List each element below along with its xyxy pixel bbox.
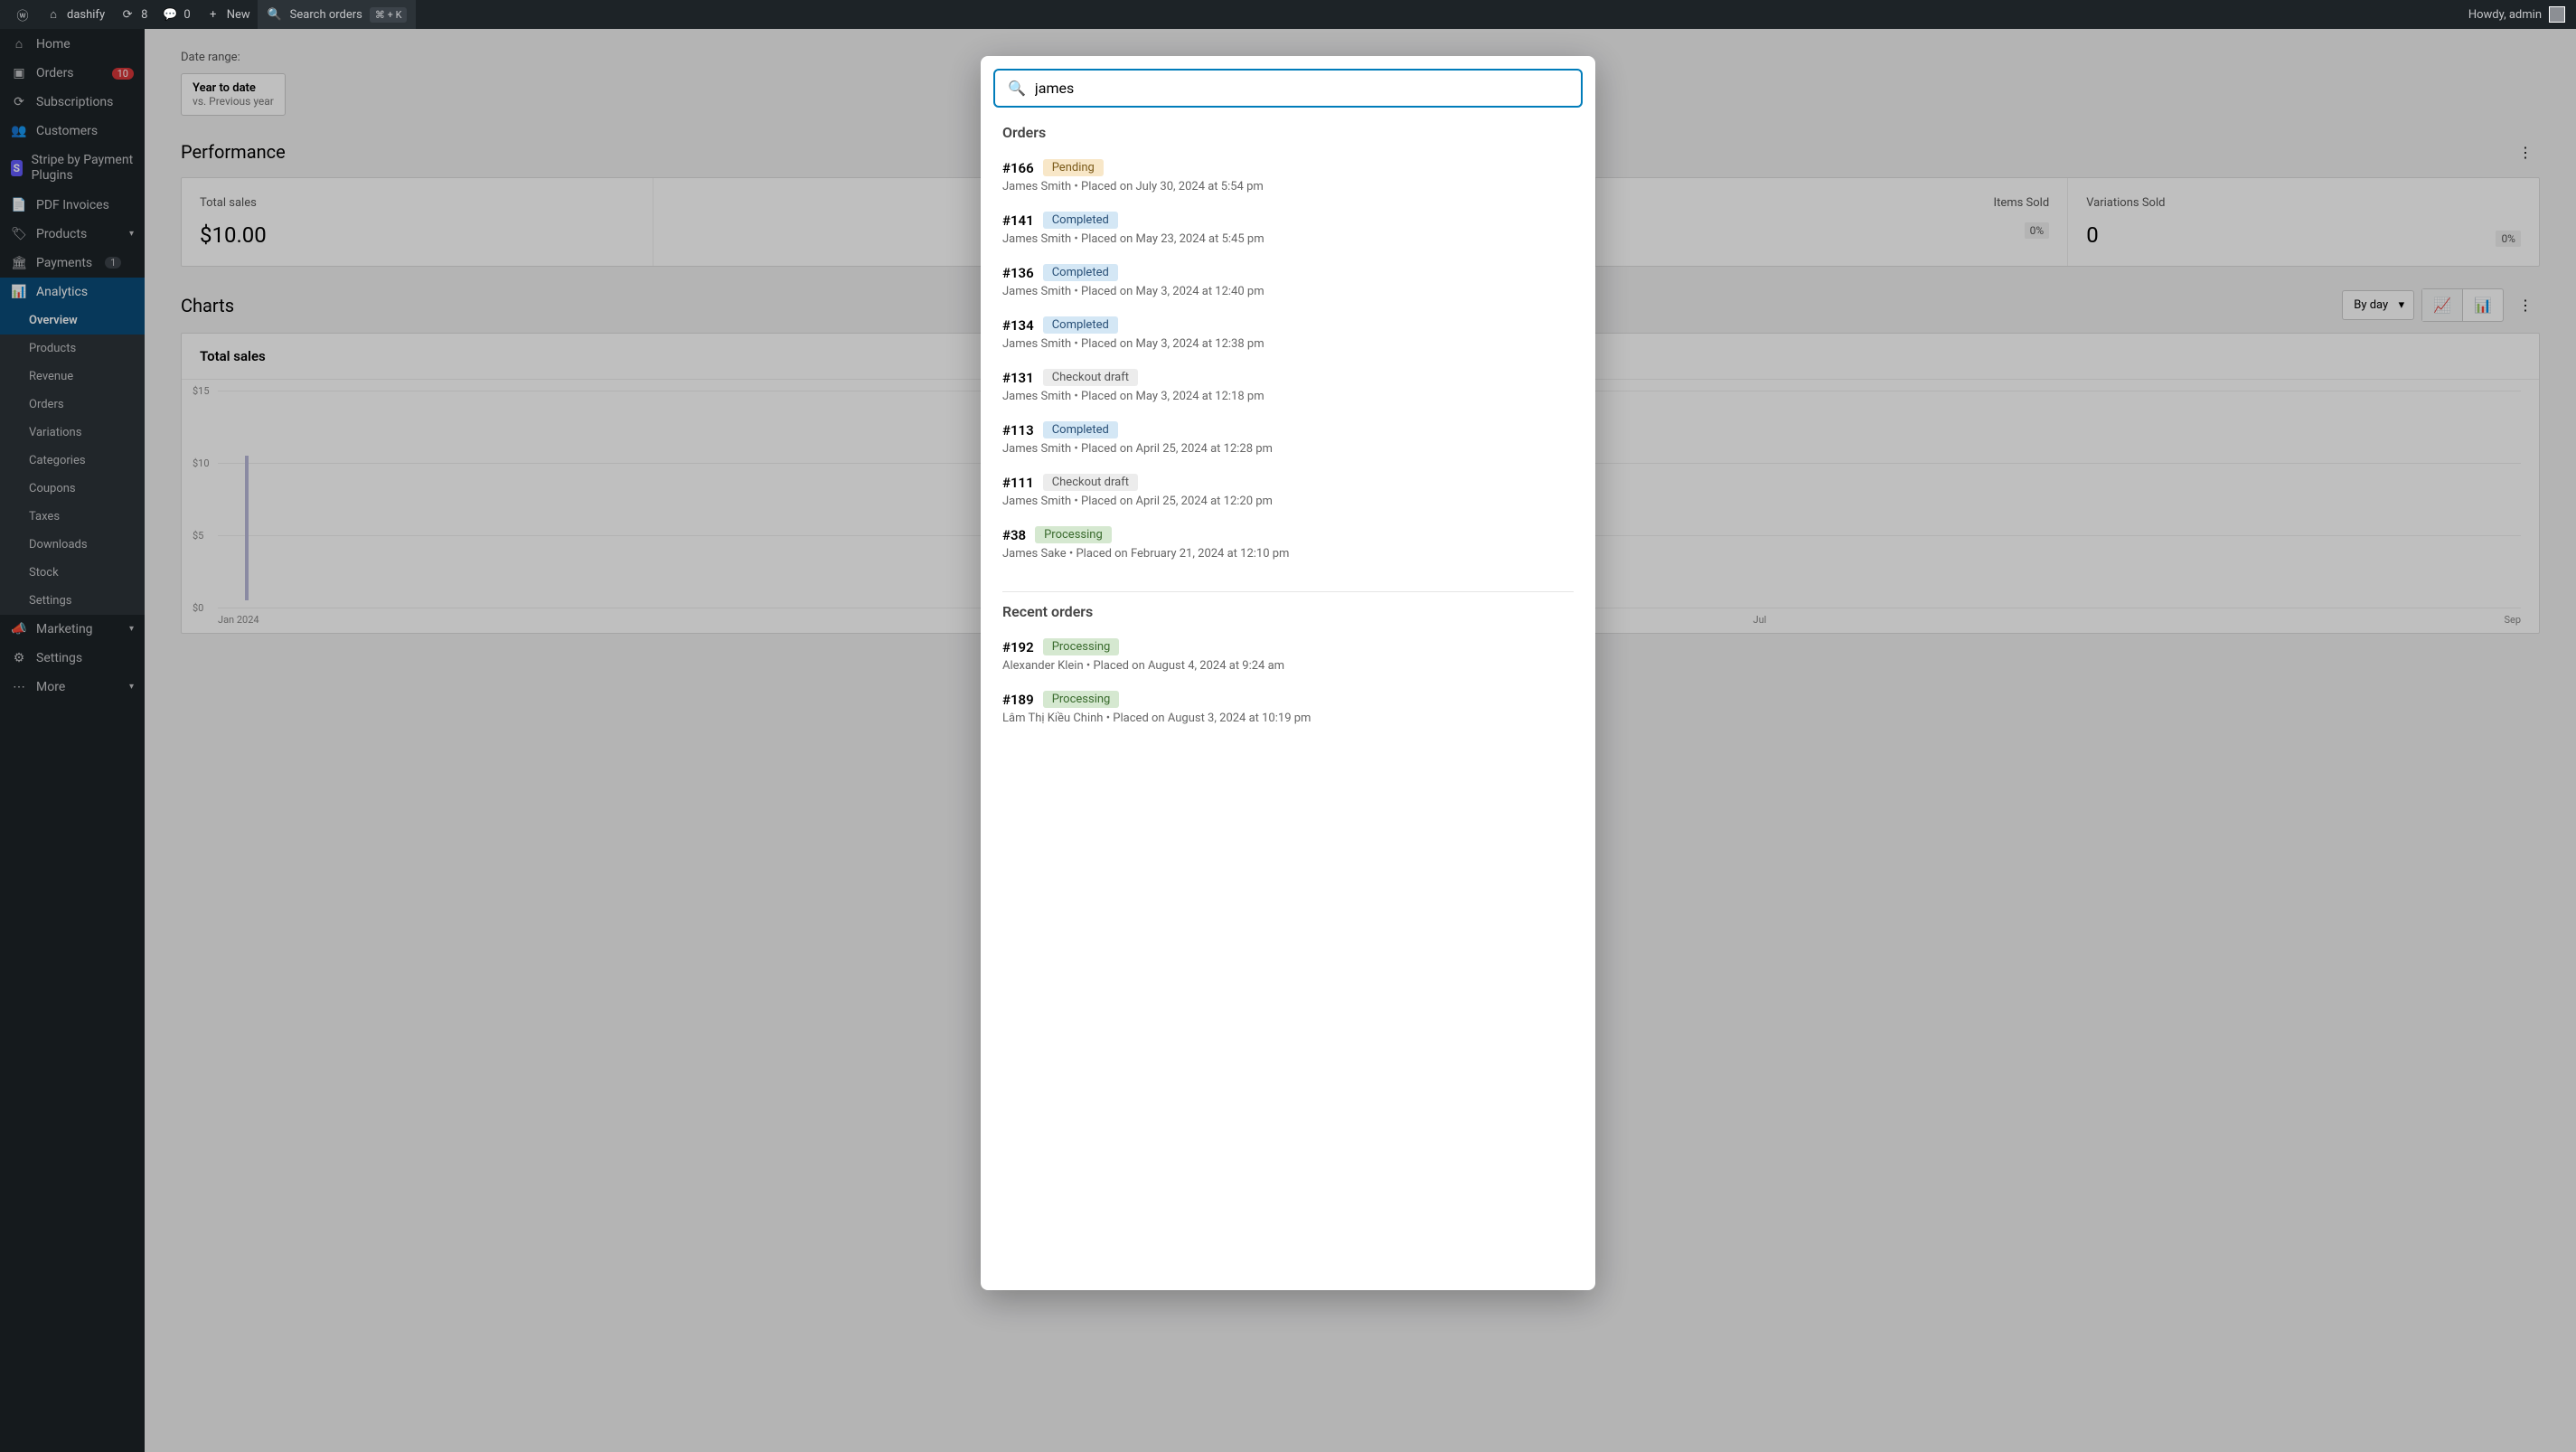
admin-bar: ⓦ ⌂dashify ⟳8 💬0 +New 🔍 Search orders ⌘ …: [0, 0, 2576, 29]
order-meta: James Smith • Placed on July 30, 2024 at…: [1002, 180, 1574, 193]
order-meta: Lâm Thị Kiều Chinh • Placed on August 3,…: [1002, 712, 1574, 725]
search-result-item[interactable]: #111 Checkout draft James Smith • Placed o…: [1002, 465, 1574, 517]
order-meta: James Sake • Placed on February 21, 2024…: [1002, 547, 1574, 561]
search-result-item[interactable]: #136 Completed James Smith • Placed on May…: [1002, 255, 1574, 307]
site-name: dashify: [67, 8, 105, 22]
comments-link[interactable]: 💬0: [155, 0, 197, 29]
wordpress-icon: ⓦ: [14, 6, 31, 24]
status-badge: Completed: [1043, 212, 1118, 229]
status-badge: Processing: [1043, 638, 1120, 655]
search-result-item[interactable]: #189 Processing Lâm Thị Kiều Chinh • Place…: [1002, 682, 1574, 734]
new-label: New: [227, 8, 250, 22]
wp-logo[interactable]: ⓦ: [7, 0, 38, 29]
search-result-item[interactable]: #131 Checkout draft James Smith • Placed o…: [1002, 360, 1574, 412]
order-meta: James Smith • Placed on May 23, 2024 at …: [1002, 232, 1574, 246]
separator: [1002, 591, 1574, 592]
home-icon: ⌂: [45, 7, 61, 22]
order-number: #136: [1002, 265, 1034, 281]
order-number: #111: [1002, 475, 1034, 491]
search-orders-label: Search orders: [290, 8, 362, 22]
avatar: [2549, 6, 2565, 23]
order-number: #141: [1002, 212, 1034, 229]
order-number: #192: [1002, 639, 1034, 655]
status-badge: Completed: [1043, 421, 1118, 438]
order-number: #113: [1002, 422, 1034, 438]
order-number: #189: [1002, 692, 1034, 708]
status-badge: Completed: [1043, 316, 1118, 334]
plus-icon: +: [205, 8, 221, 22]
order-meta: James Smith • Placed on April 25, 2024 a…: [1002, 495, 1574, 508]
new-link[interactable]: + New: [198, 0, 258, 29]
comment-icon: 💬: [162, 8, 178, 22]
order-number: #166: [1002, 160, 1034, 176]
search-input-container: 🔍: [993, 69, 1583, 108]
order-meta: Alexander Klein • Placed on August 4, 20…: [1002, 659, 1574, 673]
search-overlay[interactable]: 🔍 Orders #166 Pending James Smith • Placed…: [0, 29, 2576, 1452]
order-meta: James Smith • Placed on May 3, 2024 at 1…: [1002, 337, 1574, 351]
search-result-item[interactable]: #134 Completed James Smith • Placed on May…: [1002, 307, 1574, 360]
howdy-text: Howdy, admin: [2468, 8, 2542, 22]
updates-link[interactable]: ⟳8: [112, 0, 155, 29]
refresh-icon: ⟳: [119, 8, 136, 22]
search-orders-trigger[interactable]: 🔍 Search orders ⌘ + K: [258, 0, 417, 29]
search-result-item[interactable]: #166 Pending James Smith • Placed on July …: [1002, 150, 1574, 203]
order-number: #131: [1002, 370, 1034, 386]
search-modal: 🔍 Orders #166 Pending James Smith • Placed…: [981, 56, 1595, 1290]
order-meta: James Smith • Placed on April 25, 2024 a…: [1002, 442, 1574, 456]
kbd-shortcut: ⌘ + K: [370, 7, 408, 23]
updates-count: 8: [141, 8, 147, 22]
search-icon: 🔍: [267, 8, 283, 22]
order-meta: James Smith • Placed on May 3, 2024 at 1…: [1002, 390, 1574, 403]
status-badge: Processing: [1043, 691, 1120, 708]
order-number: #134: [1002, 317, 1034, 334]
site-link[interactable]: ⌂ dashify: [38, 0, 112, 29]
order-meta: James Smith • Placed on May 3, 2024 at 1…: [1002, 285, 1574, 298]
recent-heading: Recent orders: [1002, 599, 1574, 629]
status-badge: Processing: [1035, 526, 1112, 543]
status-badge: Checkout draft: [1043, 474, 1138, 491]
search-icon: 🔍: [1008, 80, 1026, 97]
account-menu[interactable]: Howdy, admin: [2468, 6, 2569, 23]
orders-heading: Orders: [1002, 120, 1574, 150]
search-result-item[interactable]: #38 Processing James Sake • Placed on Febr…: [1002, 517, 1574, 570]
search-result-item[interactable]: #113 Completed James Smith • Placed on Apr…: [1002, 412, 1574, 465]
search-result-item[interactable]: #192 Processing Alexander Klein • Placed o…: [1002, 629, 1574, 682]
status-badge: Completed: [1043, 264, 1118, 281]
order-number: #38: [1002, 527, 1026, 543]
search-result-item[interactable]: #141 Completed James Smith • Placed on May…: [1002, 203, 1574, 255]
status-badge: Checkout draft: [1043, 369, 1138, 386]
status-badge: Pending: [1043, 159, 1104, 176]
comments-count: 0: [183, 8, 190, 22]
search-input[interactable]: [1035, 80, 1568, 97]
